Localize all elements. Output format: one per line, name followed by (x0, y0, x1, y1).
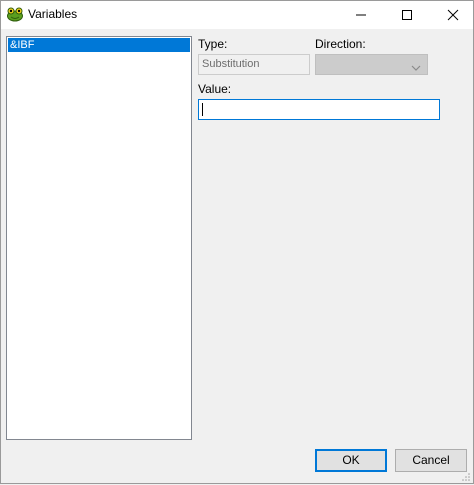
direction-dropdown[interactable] (315, 54, 428, 75)
maximize-button[interactable] (387, 1, 427, 29)
ok-button[interactable]: OK (315, 449, 387, 472)
minimize-icon (355, 9, 367, 21)
value-label: Value: (198, 82, 232, 96)
frog-app-icon (6, 6, 24, 22)
variables-listbox[interactable]: &IBF (6, 36, 192, 440)
chevron-down-icon (411, 61, 421, 71)
title-bar[interactable]: Variables (1, 1, 473, 29)
close-button[interactable] (433, 1, 473, 29)
resize-grip-icon[interactable] (461, 471, 471, 481)
close-icon (447, 9, 459, 21)
type-label: Type: (198, 37, 228, 51)
window-title: Variables (28, 7, 78, 21)
type-field: Substitution (198, 54, 310, 75)
maximize-icon (401, 9, 413, 21)
list-item[interactable]: &IBF (8, 38, 190, 52)
direction-label: Direction: (315, 37, 366, 51)
variables-dialog: Variables &IBF Type: Substitution Direct… (0, 0, 474, 484)
text-caret (202, 103, 203, 116)
cancel-button[interactable]: Cancel (395, 449, 467, 472)
value-input[interactable] (198, 99, 440, 120)
minimize-button[interactable] (341, 1, 381, 29)
